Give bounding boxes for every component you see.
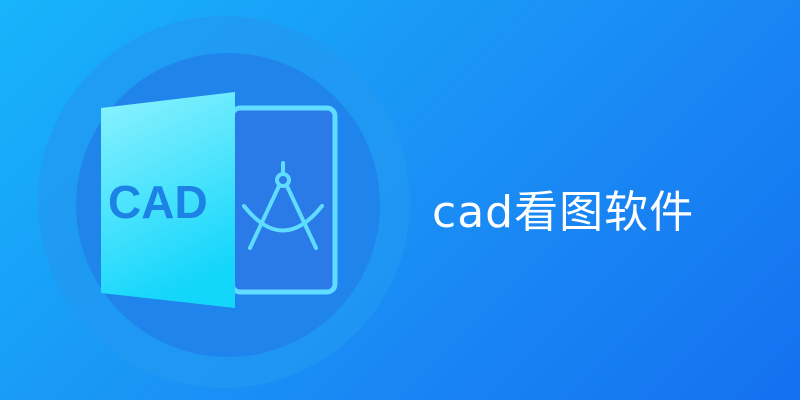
file-frame (229, 105, 338, 295)
banner-title: cad看图软件 (432, 187, 695, 238)
cad-logo-text: CAD (108, 176, 208, 228)
cad-file-compass-icon: CAD (101, 92, 338, 308)
